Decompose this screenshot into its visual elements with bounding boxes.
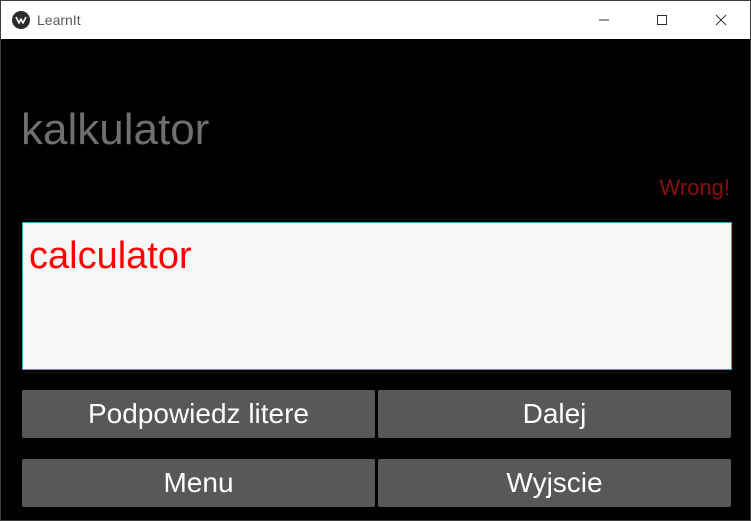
window-title: LearnIt [37, 12, 81, 28]
close-icon [715, 14, 727, 26]
minimize-button[interactable] [575, 1, 633, 39]
maximize-button[interactable] [633, 1, 691, 39]
maximize-icon [657, 15, 667, 25]
answer-input[interactable]: calculator [22, 222, 732, 370]
close-button[interactable] [692, 1, 750, 39]
menu-button[interactable]: Menu [22, 459, 375, 507]
hint-button[interactable]: Podpowiedz litere [22, 390, 375, 438]
feedback-label: Wrong! [659, 175, 730, 200]
kivy-logo-icon [12, 11, 30, 29]
minimize-icon [599, 19, 609, 21]
question-word: kalkulator [21, 105, 210, 154]
app-window: LearnIt kalkulator Wrong! calculator Pod… [0, 0, 751, 521]
answer-input-value: calculator [29, 235, 192, 277]
exit-button[interactable]: Wyjscie [378, 459, 731, 507]
next-button[interactable]: Dalej [378, 390, 731, 438]
title-bar[interactable]: LearnIt [1, 1, 750, 39]
